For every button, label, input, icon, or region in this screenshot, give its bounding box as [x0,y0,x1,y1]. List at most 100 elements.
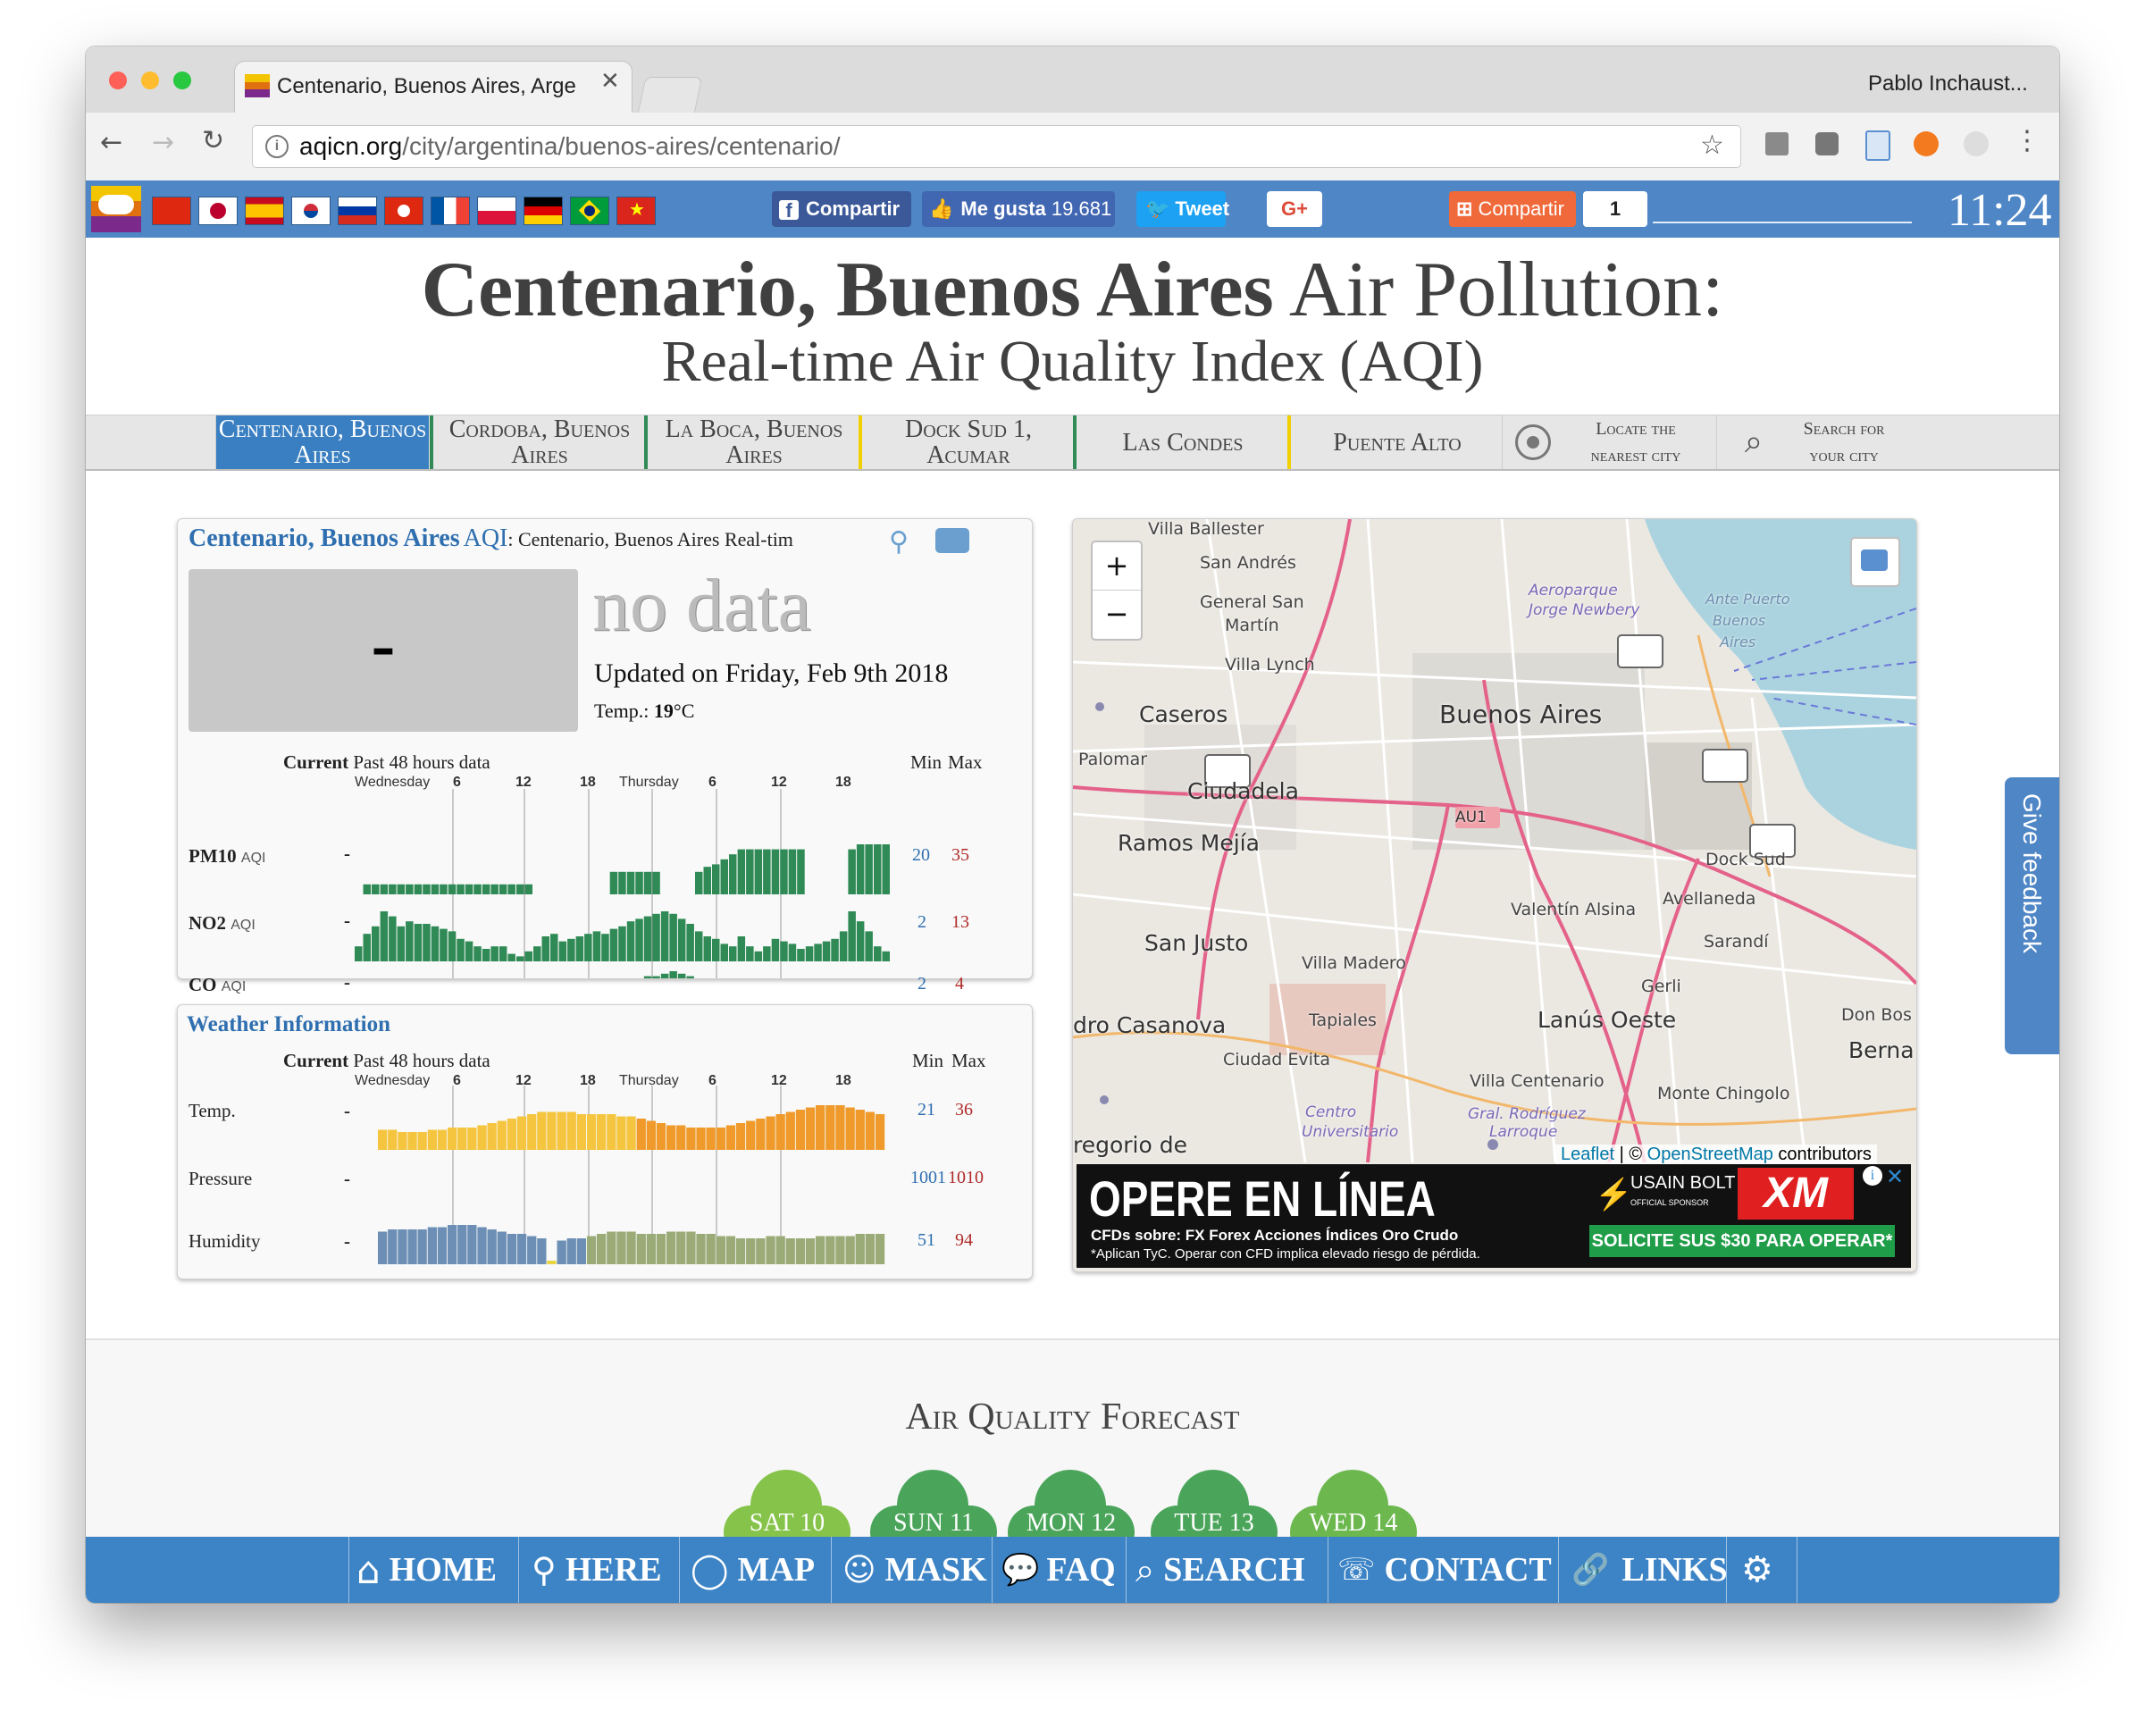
flag-brazil-icon[interactable] [570,197,609,225]
forward-arrow-icon[interactable]: → [152,127,174,158]
minimize-window-button[interactable] [141,71,159,89]
ad-close-icon[interactable]: ✕ [1886,1164,1904,1189]
close-tab-icon[interactable]: ✕ [600,68,620,95]
locate-nearest-city-button[interactable]: Locate the nearest city [1502,415,1715,469]
tab-dock-sud[interactable]: Dock Sud 1, Acumar [859,415,1075,469]
map-layers-button[interactable] [1850,537,1900,587]
nav-faq[interactable]: 💬 FAQ [992,1537,1127,1603]
extension-doc-icon[interactable] [1865,130,1890,161]
flag-china-icon[interactable] [152,197,191,225]
ad-banner[interactable]: OPERE EN LÍNEA CFDs sobre: FX Forex Acci… [1077,1164,1911,1268]
maximize-window-button[interactable] [173,71,191,89]
extension-orange-icon[interactable] [1914,131,1939,156]
aqi-bar [626,921,635,961]
aqi-card-city-link[interactable]: Centenario, Buenos Aires [189,524,460,552]
facebook-like-button[interactable]: 👍 Me gusta 19.681 [922,191,1115,227]
extension-jb-icon[interactable] [1765,132,1789,155]
flag-vietnam-icon[interactable]: ★ [616,197,656,225]
extension-square-icon[interactable] [1815,132,1839,155]
extension-grey-icon[interactable] [1964,131,1989,156]
aqi-bar [771,849,780,894]
contact-icon: ☏ [1337,1552,1376,1588]
tab-puente-alto[interactable]: Puente Alto [1287,415,1504,469]
map-card[interactable]: Villa Ballester San Andrés General San Mart… [1072,518,1917,1272]
google-plus-button[interactable]: G+ [1267,191,1322,227]
widget-icon[interactable] [935,528,969,553]
zoom-out-button[interactable]: − [1093,591,1141,638]
flag-poland-icon[interactable] [477,197,516,225]
aqi-bar [372,926,380,961]
aqi-bar [831,938,839,961]
map-place-label: Caseros [1139,701,1228,727]
aqi-bar [499,946,507,961]
nav-home[interactable]: ⌂ HOME [348,1537,519,1603]
aqi-bar [609,928,618,961]
nav-contact[interactable]: ☏ CONTACT [1328,1537,1559,1603]
aqi-bar [729,946,737,961]
close-window-button[interactable] [109,71,127,89]
give-feedback-button[interactable]: Give feedback [2005,777,2059,1054]
weather-bar [566,1238,576,1264]
flag-japan-icon[interactable] [198,197,238,225]
flag-hongkong-icon[interactable] [384,197,423,225]
aqi-bar [643,976,652,978]
tab-cordoba[interactable]: Cordoba, Buenos Aires [430,415,646,469]
weather-bar [766,1236,775,1264]
weather-bar [766,1116,775,1150]
share-icon[interactable]: ⚲ [889,526,909,558]
bookmark-star-icon[interactable]: ☆ [1700,130,1724,161]
plus-icon: ⊞ [1456,197,1473,220]
weather-bar [626,1116,636,1150]
nav-settings[interactable]: ⚙ [1726,1537,1797,1603]
weather-card: Weather Information Current Past 48 hour… [177,1004,1033,1279]
nav-links[interactable]: 🔗 LINKS [1558,1537,1728,1603]
nav-here[interactable]: ⚲ HERE [518,1537,680,1603]
tweet-button[interactable]: 🐦 Tweet [1136,191,1229,227]
nav-search[interactable]: ⌕ SEARCH [1126,1537,1328,1603]
magnifier-icon: ⌕ [1744,424,1764,460]
profile-name[interactable]: Pablo Inchaust... [1868,71,2028,96]
zoom-in-button[interactable]: + [1093,542,1141,591]
temperature-label: Temp.: [594,700,654,722]
tab-centenario[interactable]: Centenario, Buenos Aires [215,415,429,469]
flag-germany-icon[interactable] [524,197,563,225]
weather-bar [407,1229,417,1264]
weather-bar [805,1238,816,1264]
aqi-bar [550,934,558,961]
map-place-label: San Justo [1144,930,1249,956]
browser-menu-icon[interactable]: ⋮ [2014,125,2040,156]
info-icon[interactable]: i [265,135,289,158]
back-arrow-icon[interactable]: ← [100,127,122,158]
weather-bar [865,1234,875,1264]
weather-bar [825,1236,835,1264]
leaflet-link[interactable]: Leaflet [1561,1145,1614,1164]
reload-icon[interactable]: ↻ [202,125,224,156]
addthis-share-button[interactable]: ⊞ Compartir [1449,191,1576,227]
flag-france-icon[interactable] [431,197,470,225]
search-city-button[interactable]: ⌕ Search for your city [1716,415,1930,469]
facebook-share-button[interactable]: f Compartir [772,191,911,227]
tab-la-boca[interactable]: La Boca, Buenos Aires [644,415,860,469]
weather-bar [616,1231,626,1264]
nav-map[interactable]: ◯ MAP [679,1537,832,1603]
weather-bar [785,1111,795,1150]
weather-bar [467,1128,477,1150]
flag-russia-icon[interactable] [338,197,377,225]
ad-cta-button[interactable]: SOLICITE SUS $30 PARA OPERAR* [1589,1225,1895,1257]
weather-bar [557,1111,566,1150]
nav-mask[interactable]: ☺ MASK [831,1537,993,1603]
tab-las-condes[interactable]: Las Condes [1073,415,1289,469]
ad-info-icon[interactable]: i [1863,1166,1882,1186]
flag-korea-icon[interactable] [291,197,331,225]
osm-link[interactable]: OpenStreetMap [1647,1145,1773,1164]
weather-current-header: Current [283,1050,349,1071]
weather-bar [696,1128,706,1150]
new-tab-button[interactable] [637,77,703,113]
weather-bar [706,1234,716,1264]
map-place-label: AU1 [1455,809,1487,826]
address-bar[interactable]: i aqicn.org/city/argentina/buenos-aires/… [252,125,1741,168]
aqi-bar [703,867,711,894]
flag-spain-icon[interactable] [245,197,284,225]
aqi-card-subtitle: : Centenario, Buenos Aires Real-tim [507,528,793,550]
site-logo-icon[interactable] [91,186,141,232]
